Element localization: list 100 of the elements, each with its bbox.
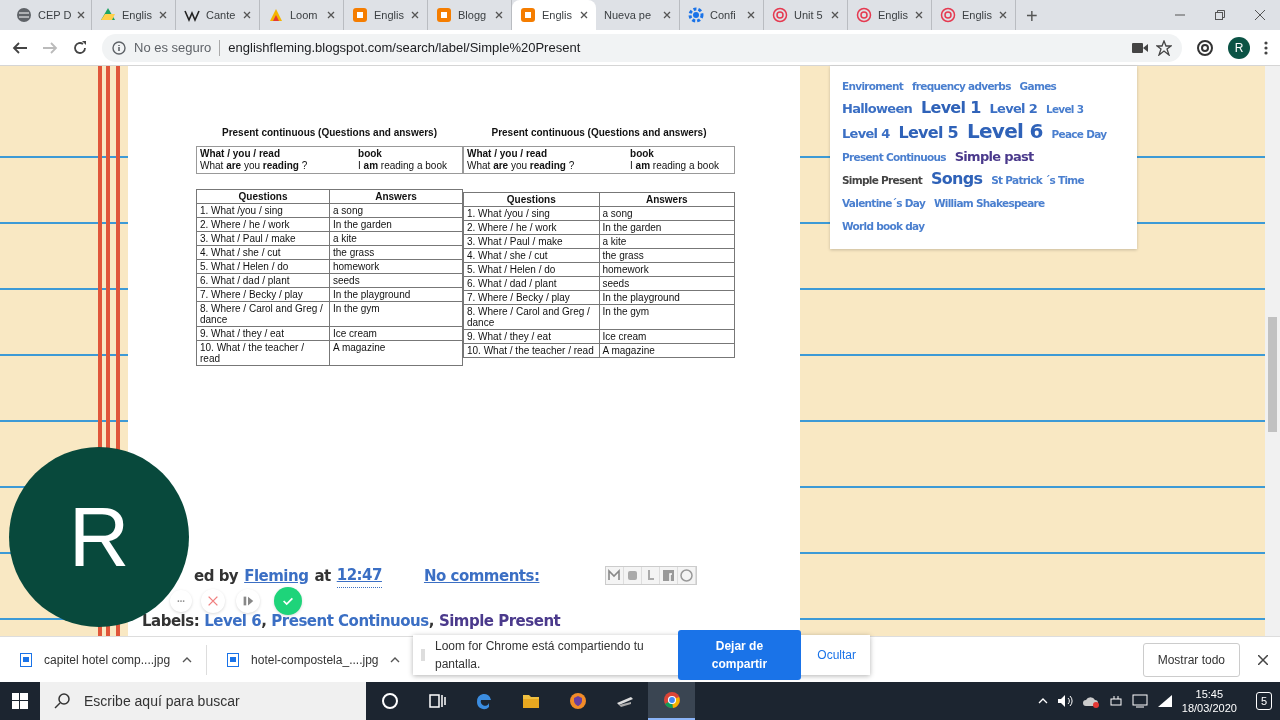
- clock-date[interactable]: 18/03/2020: [1181, 701, 1237, 715]
- browser-tab[interactable]: Confi: [680, 0, 764, 30]
- caret-icon[interactable]: [390, 656, 401, 663]
- column-header: Questions: [463, 192, 599, 207]
- menu-icon[interactable]: [1264, 39, 1268, 56]
- browser-tab[interactable]: Englis: [932, 0, 1016, 30]
- question-cell: 9. What / they / eat: [463, 329, 599, 344]
- browser-tab[interactable]: Englis: [512, 0, 596, 30]
- notification-count[interactable]: 5: [1255, 691, 1272, 711]
- profile-avatar[interactable]: R: [1228, 36, 1250, 59]
- browser-tab[interactable]: Unit 5: [764, 0, 848, 30]
- close-icon[interactable]: [159, 11, 167, 19]
- caret-icon[interactable]: [182, 656, 193, 663]
- browser-tab[interactable]: Blogg: [428, 0, 512, 30]
- star-icon[interactable]: [1156, 39, 1172, 56]
- close-icon[interactable]: [831, 11, 839, 19]
- share-icon[interactable]: [606, 567, 625, 585]
- browser-tab[interactable]: Englis: [344, 0, 428, 30]
- browser-tab[interactable]: Cante: [176, 0, 260, 30]
- tag-link[interactable]: William Shakespeare: [933, 197, 1045, 209]
- browser-tab[interactable]: Englis: [92, 0, 176, 30]
- tag-link[interactable]: Songs: [930, 169, 983, 188]
- clock-time[interactable]: 15:45: [1181, 687, 1237, 701]
- close-icon[interactable]: [747, 11, 755, 19]
- camera-icon[interactable]: [1132, 41, 1148, 54]
- close-icon[interactable]: [411, 11, 419, 19]
- answer-cell: In the garden: [329, 217, 463, 232]
- share-icon[interactable]: [678, 567, 697, 585]
- comments-link[interactable]: No comments:: [423, 564, 540, 587]
- tag-link[interactable]: Level 5: [898, 123, 959, 142]
- scroll-thumb[interactable]: [1268, 317, 1277, 432]
- example-question: What are you reading ?: [200, 160, 309, 172]
- close-icon[interactable]: [495, 11, 503, 19]
- tag-link[interactable]: Level 4: [842, 126, 890, 141]
- browser-tab[interactable]: Nueva pe: [596, 0, 680, 30]
- example-prompt: What / you / read: [200, 148, 281, 160]
- monitor-icon[interactable]: [1131, 694, 1148, 708]
- browser-tab[interactable]: CEP D: [8, 0, 92, 30]
- answer-cell: A magazine: [599, 343, 735, 358]
- reload-icon[interactable]: [72, 39, 88, 56]
- close-icon[interactable]: [77, 11, 86, 19]
- address-bar[interactable]: No es seguro englishfleming.blogspot.com/search/label/Simple%20Present: [102, 33, 1182, 62]
- label-separator: ,: [261, 611, 267, 630]
- time-link[interactable]: 12:47: [336, 564, 382, 588]
- plug-icon[interactable]: [1108, 694, 1123, 708]
- drag-handle-icon: [421, 649, 425, 661]
- tag-link[interactable]: Level 2: [989, 101, 1037, 116]
- security-label: No es seguro: [134, 38, 212, 57]
- blog-icon: [352, 7, 368, 23]
- search-field[interactable]: Escribe aquí para buscar: [40, 682, 366, 720]
- close-icon[interactable]: [663, 11, 671, 19]
- notification-text: Loom for Chrome está compartiendo tu pantalla.: [435, 638, 645, 673]
- close-icon[interactable]: [1258, 654, 1268, 665]
- tag-link[interactable]: Level 1: [921, 98, 981, 117]
- label-link[interactable]: Present Continuous: [271, 611, 429, 630]
- close-icon[interactable]: [243, 11, 251, 19]
- windows-icon[interactable]: [12, 693, 28, 709]
- label-link[interactable]: Simple Present: [438, 611, 561, 630]
- chevron-up-icon[interactable]: [1037, 698, 1048, 704]
- speaker-icon[interactable]: [1056, 694, 1073, 708]
- browser-tab[interactable]: Englis: [848, 0, 932, 30]
- close-icon[interactable]: [999, 11, 1007, 19]
- back-icon[interactable]: [12, 39, 28, 56]
- author-link[interactable]: Fleming: [244, 564, 309, 587]
- tag-link[interactable]: World book day: [842, 220, 925, 232]
- label-link[interactable]: Level 6: [204, 611, 262, 630]
- scrollbar[interactable]: [1265, 66, 1280, 636]
- stop-sharing-button[interactable]: Dejar de compartir: [677, 630, 802, 680]
- tag-link[interactable]: Level 3: [1045, 103, 1084, 115]
- worksheet-title: Present continuous (Questions and answers): [490, 126, 708, 140]
- tag-link[interactable]: St Patrick ´s Time: [991, 174, 1084, 186]
- tag-link[interactable]: Simple Present: [842, 174, 923, 186]
- download-name[interactable]: hotel-compostela_....jpg: [251, 650, 379, 669]
- wifi-icon[interactable]: [1156, 694, 1173, 708]
- blog-icon: [520, 7, 536, 23]
- byline-text: at: [314, 565, 331, 587]
- search-placeholder: Escribe aquí para buscar: [84, 691, 240, 711]
- download-name[interactable]: capitel hotel comp....jpg: [44, 650, 171, 669]
- tag-link[interactable]: Level 6: [966, 119, 1043, 143]
- tag-link[interactable]: Enviroment: [842, 80, 904, 92]
- tag-link[interactable]: Peace Day: [1051, 128, 1107, 140]
- swirl-icon[interactable]: [1196, 38, 1214, 57]
- browser-tab[interactable]: Loom: [260, 0, 344, 30]
- tag-link[interactable]: Present Continuous: [842, 151, 946, 163]
- show-all-button[interactable]: Mostrar todo: [1142, 642, 1240, 677]
- circle-icon: [379, 691, 400, 711]
- tag-link[interactable]: Simple past: [954, 149, 1034, 164]
- close-icon[interactable]: [915, 11, 923, 19]
- cloud-icon[interactable]: [1081, 694, 1100, 708]
- swirl-icon: [772, 7, 788, 23]
- tag-link[interactable]: frequency adverbs: [911, 80, 1011, 92]
- close-icon[interactable]: [327, 11, 335, 19]
- tag-link[interactable]: Valentine´s Day: [842, 197, 926, 209]
- new-tab-button[interactable]: +: [1016, 2, 1048, 30]
- column-header: Questions: [196, 189, 330, 204]
- share-icon[interactable]: [660, 567, 679, 585]
- close-icon[interactable]: [580, 11, 588, 19]
- hide-button[interactable]: Ocultar: [811, 645, 862, 665]
- tag-link[interactable]: Halloween: [842, 101, 913, 116]
- tag-link[interactable]: Games: [1019, 80, 1057, 92]
